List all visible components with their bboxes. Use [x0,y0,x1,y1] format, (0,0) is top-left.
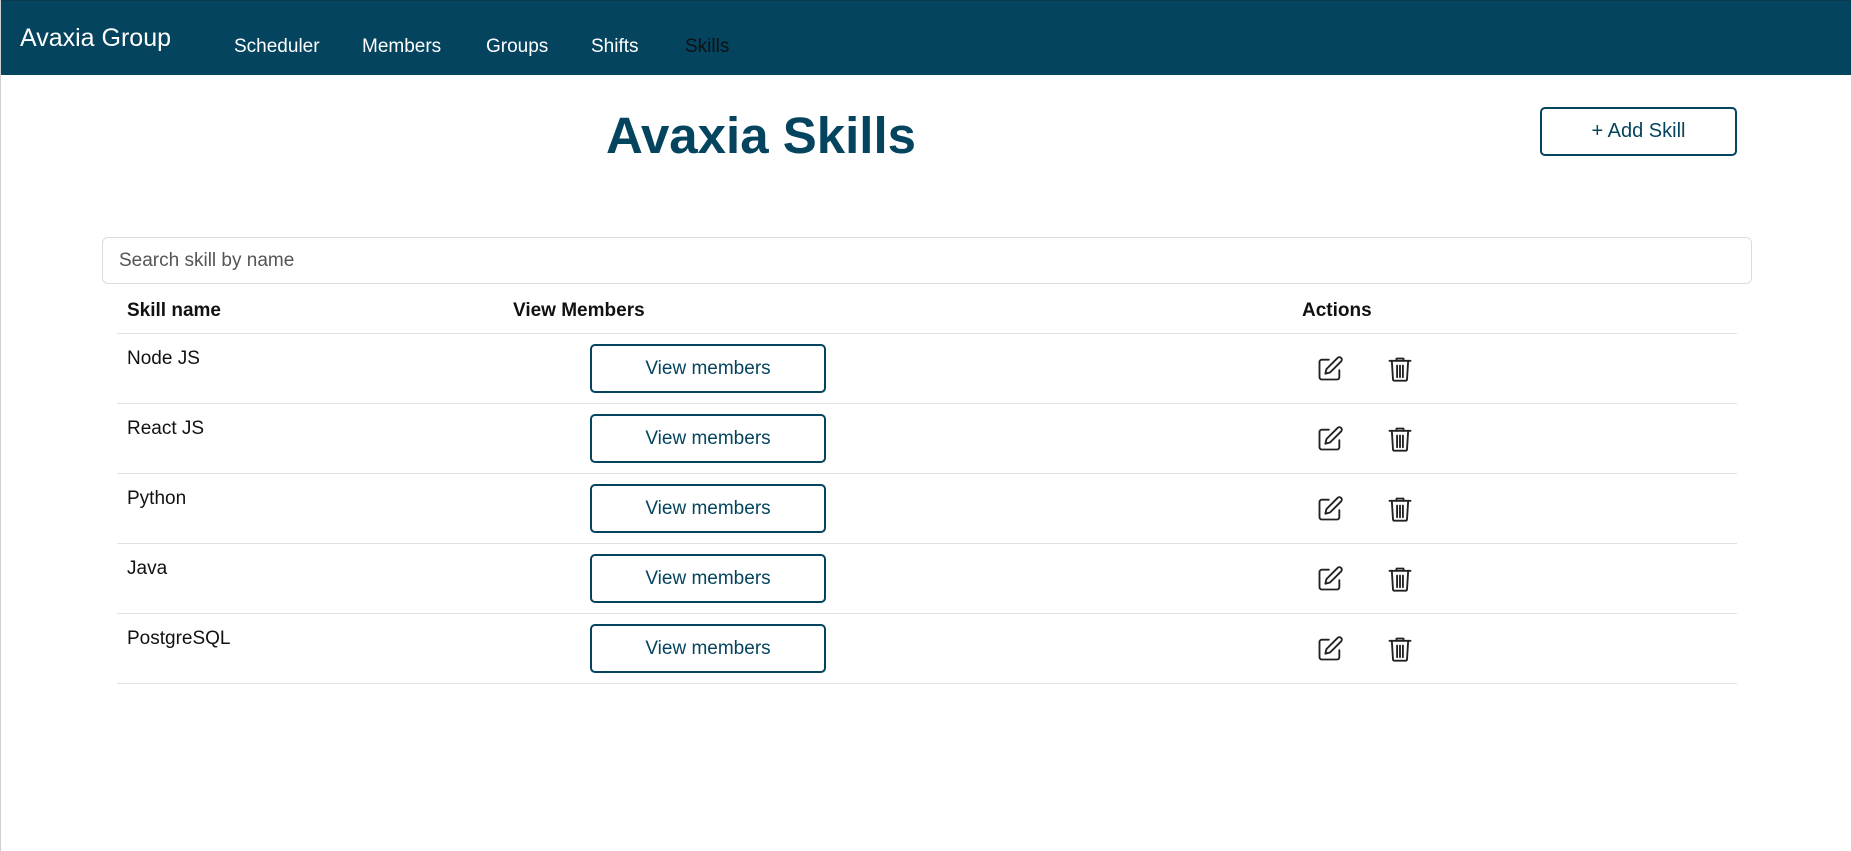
view-members-button[interactable]: View members [590,414,826,463]
edit-icon[interactable] [1315,354,1345,384]
nav-link-shifts[interactable]: Shifts [591,35,639,59]
nav-link-skills[interactable]: Skills [685,35,729,59]
search-skill-input[interactable] [102,237,1752,284]
table-row: Java View members [117,544,1737,614]
view-members-button[interactable]: View members [590,624,826,673]
nav-link-members[interactable]: Members [362,35,441,59]
header-view-members: View Members [513,300,645,321]
skill-name-cell: PostgreSQL [127,628,231,649]
page-title: Avaxia Skills [606,107,916,164]
skill-name-cell: Node JS [127,348,200,369]
edit-icon[interactable] [1315,424,1345,454]
table-row: PostgreSQL View members [117,614,1737,684]
trash-icon[interactable] [1385,494,1415,524]
brand-logo-text[interactable]: Avaxia Group [20,23,171,53]
table-row: React JS View members [117,404,1737,474]
header-skill-name: Skill name [127,300,221,321]
edit-icon[interactable] [1315,564,1345,594]
skill-name-cell: Python [127,488,187,509]
trash-icon[interactable] [1385,634,1415,664]
top-navbar: Avaxia Group Scheduler Members Groups Sh… [1,0,1851,75]
trash-icon[interactable] [1385,564,1415,594]
view-members-button[interactable]: View members [590,554,826,603]
table-row: Python View members [117,474,1737,544]
edit-icon[interactable] [1315,634,1345,664]
trash-icon[interactable] [1385,424,1415,454]
add-skill-button[interactable]: + Add Skill [1540,107,1737,156]
table-header-row: Skill name View Members Actions [117,286,1737,334]
trash-icon[interactable] [1385,354,1415,384]
table-row: Node JS View members [117,334,1737,404]
edit-icon[interactable] [1315,494,1345,524]
skill-name-cell: Java [127,558,168,579]
view-members-button[interactable]: View members [590,344,826,393]
view-members-button[interactable]: View members [590,484,826,533]
skill-name-cell: React JS [127,418,205,439]
header-actions: Actions [1302,300,1372,321]
nav-link-scheduler[interactable]: Scheduler [234,35,320,59]
nav-link-groups[interactable]: Groups [486,35,548,59]
